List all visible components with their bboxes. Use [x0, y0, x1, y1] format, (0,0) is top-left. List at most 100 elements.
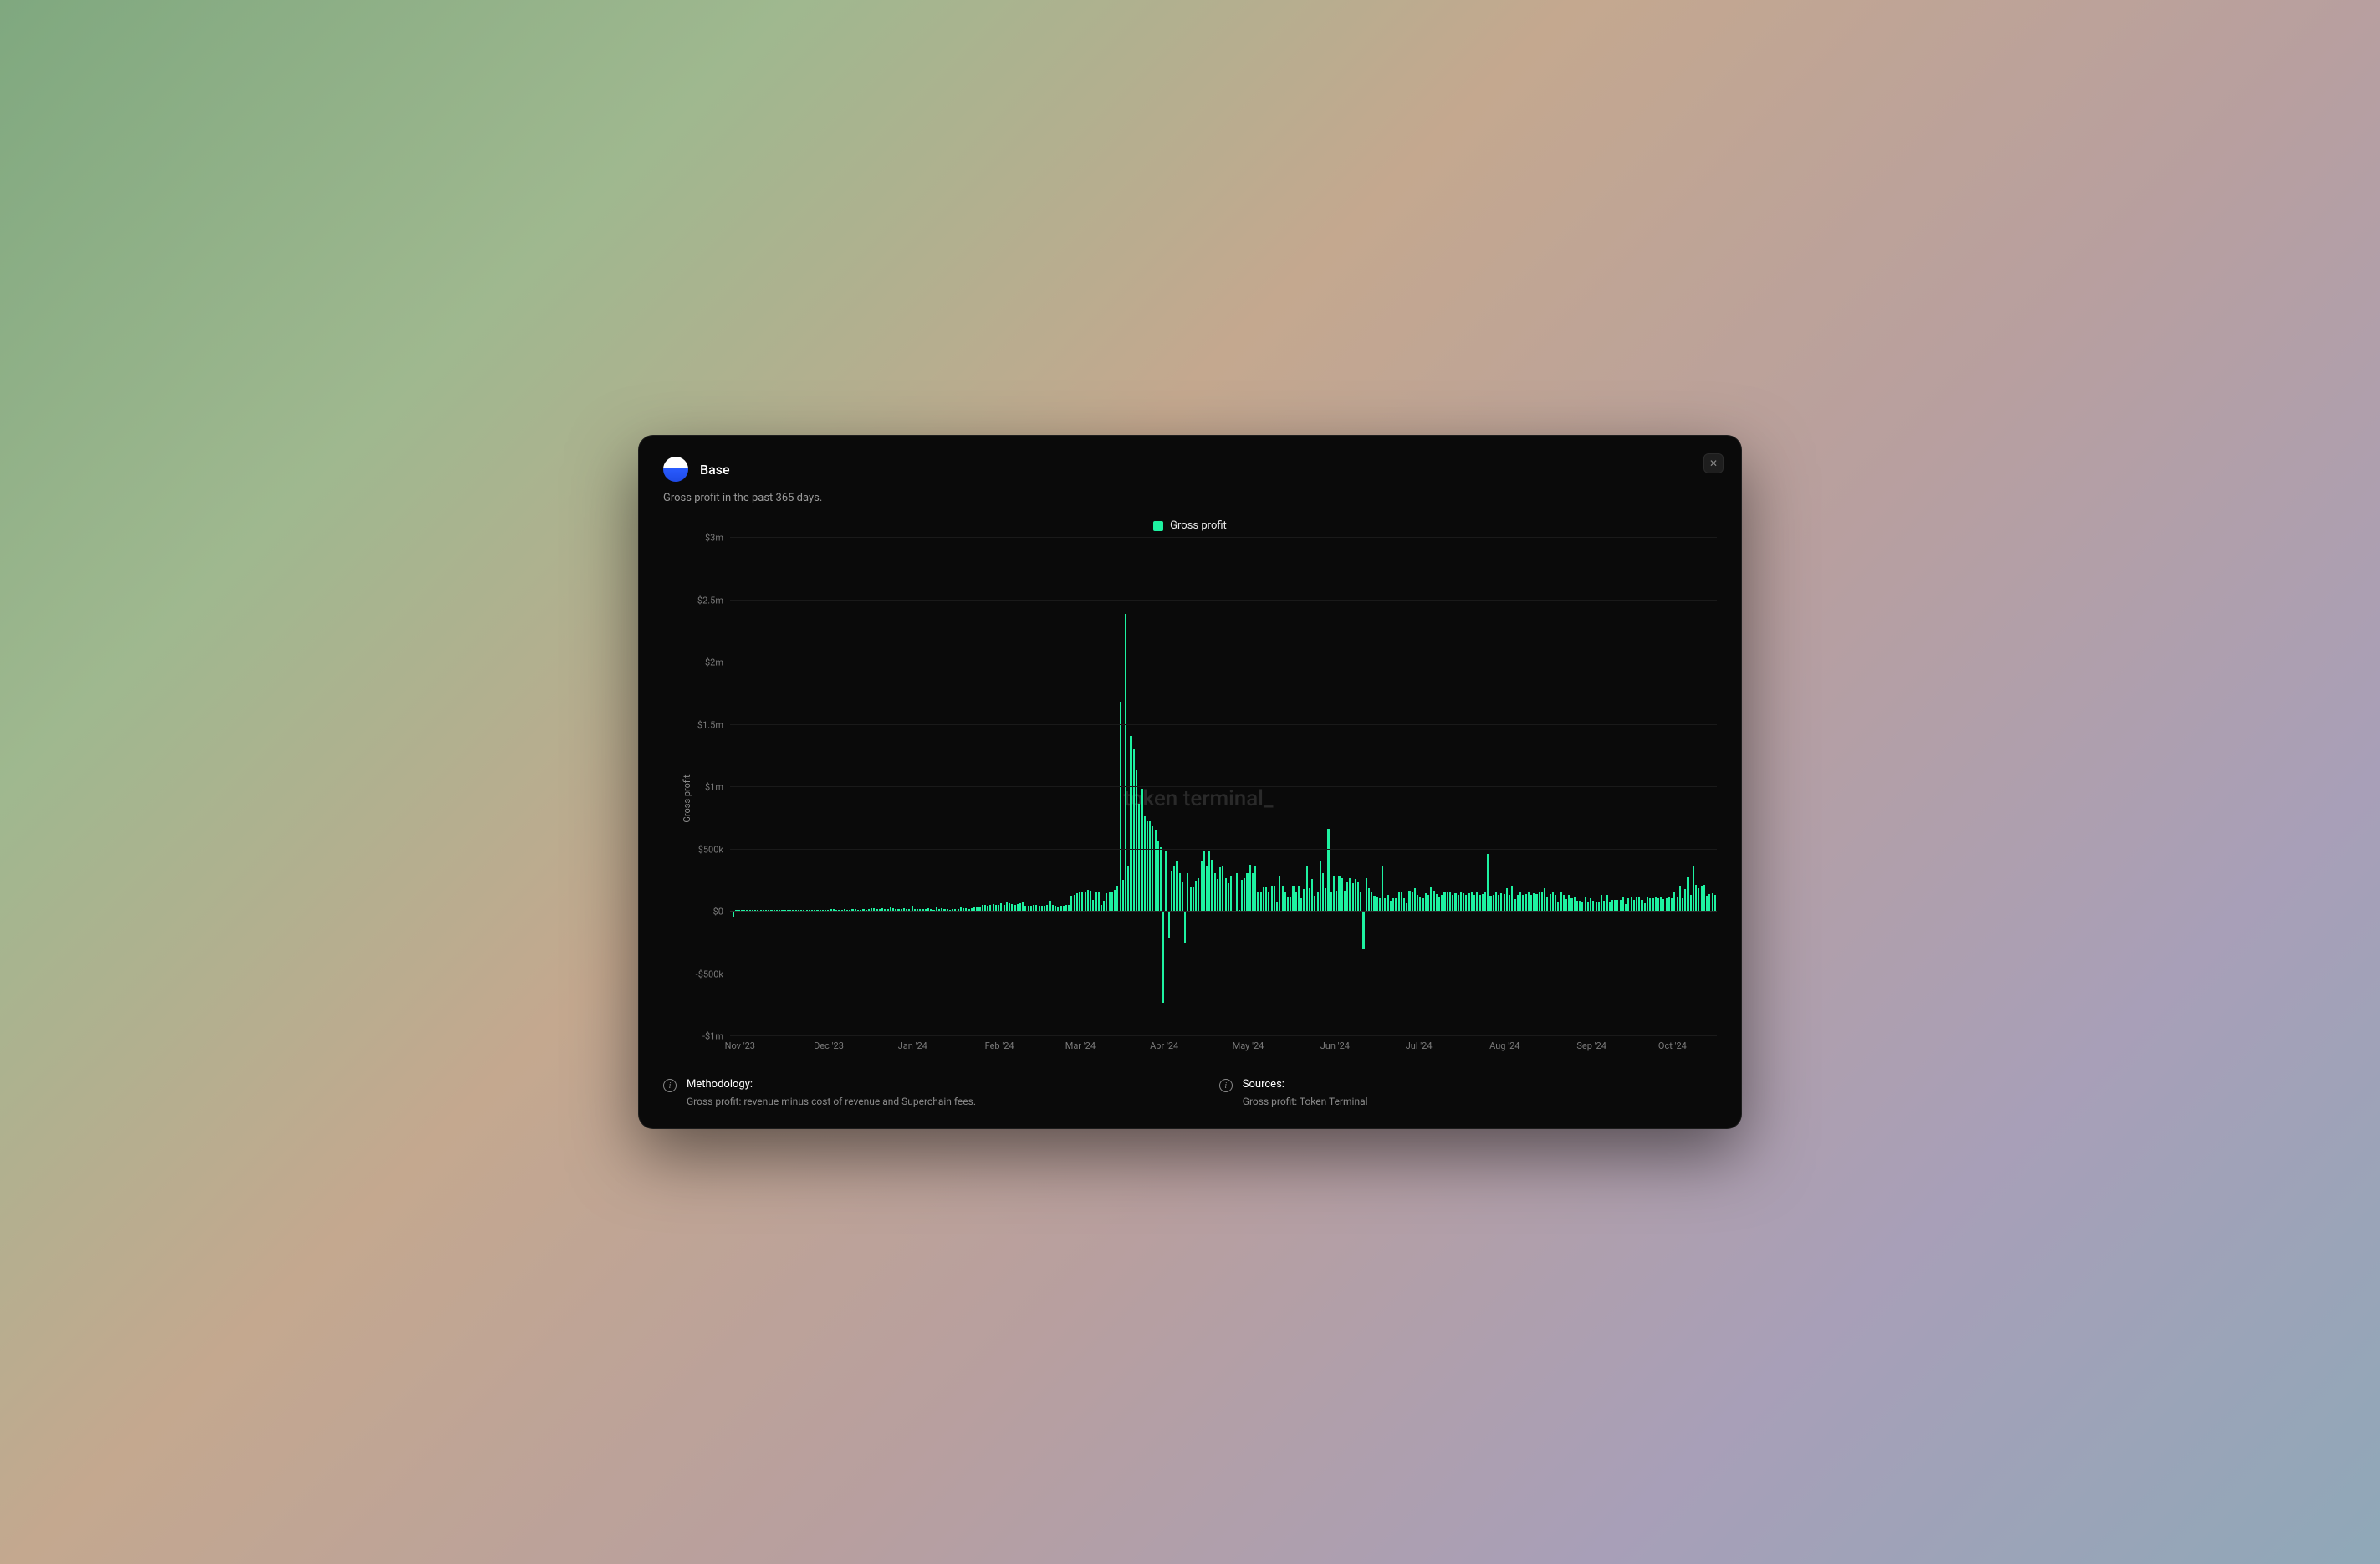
bar[interactable] — [1677, 897, 1678, 911]
bar[interactable] — [1182, 882, 1183, 911]
bar[interactable] — [1482, 894, 1484, 911]
bar[interactable] — [1173, 866, 1175, 911]
bar[interactable] — [1392, 898, 1394, 911]
bar[interactable] — [1695, 885, 1697, 911]
bar[interactable] — [1443, 892, 1445, 911]
bar[interactable] — [1168, 911, 1170, 938]
bar[interactable] — [1471, 892, 1473, 911]
bar[interactable] — [1701, 886, 1703, 911]
bar[interactable] — [1298, 886, 1300, 911]
bar[interactable] — [1149, 821, 1151, 911]
bar[interactable] — [1606, 895, 1607, 911]
bar[interactable] — [1479, 895, 1481, 911]
bar[interactable] — [1579, 901, 1581, 911]
bar[interactable] — [1341, 878, 1343, 911]
bar[interactable] — [1211, 860, 1213, 911]
bar[interactable] — [1095, 892, 1096, 911]
bar[interactable] — [1376, 897, 1378, 911]
bar[interactable] — [1522, 895, 1524, 911]
bar[interactable] — [1525, 894, 1526, 911]
bar[interactable] — [1484, 892, 1486, 911]
bar[interactable] — [1362, 911, 1364, 949]
bar[interactable] — [1511, 886, 1513, 911]
bar[interactable] — [984, 905, 986, 911]
bar[interactable] — [1011, 904, 1013, 911]
bar[interactable] — [1465, 895, 1467, 911]
bar[interactable] — [1447, 892, 1448, 911]
bar[interactable] — [1371, 892, 1372, 911]
bar[interactable] — [1241, 880, 1243, 911]
bar[interactable] — [1201, 861, 1203, 911]
bar[interactable] — [1271, 886, 1273, 911]
bar[interactable] — [1504, 894, 1505, 911]
bar[interactable] — [1333, 876, 1335, 911]
bar[interactable] — [1436, 894, 1438, 911]
bar[interactable] — [1546, 897, 1548, 911]
bar[interactable] — [1160, 847, 1162, 911]
bar[interactable] — [1649, 898, 1651, 911]
bar[interactable] — [1403, 898, 1405, 911]
bar[interactable] — [1550, 894, 1551, 911]
bar[interactable] — [1614, 900, 1616, 911]
bar[interactable] — [1539, 892, 1540, 911]
bar[interactable] — [1327, 829, 1329, 911]
bar[interactable] — [1022, 902, 1024, 911]
bar[interactable] — [1419, 897, 1421, 911]
bar[interactable] — [1563, 895, 1565, 911]
bar[interactable] — [1684, 889, 1686, 911]
bar[interactable] — [1103, 901, 1105, 911]
bar[interactable] — [1468, 893, 1470, 911]
bar[interactable] — [982, 905, 983, 911]
bar[interactable] — [1187, 873, 1188, 911]
bar[interactable] — [1101, 905, 1102, 911]
bar[interactable] — [1408, 891, 1410, 911]
bar[interactable] — [1268, 892, 1269, 911]
bar[interactable] — [1074, 895, 1075, 911]
bar[interactable] — [1352, 883, 1354, 911]
bar[interactable] — [1506, 888, 1508, 911]
bar[interactable] — [1703, 885, 1705, 911]
bar[interactable] — [1217, 879, 1218, 911]
bar[interactable] — [1641, 900, 1642, 911]
bar[interactable] — [1222, 866, 1223, 911]
bar[interactable] — [1552, 892, 1554, 911]
bar[interactable] — [1565, 899, 1567, 911]
bar[interactable] — [1366, 878, 1367, 911]
bar[interactable] — [1627, 898, 1629, 911]
bar[interactable] — [1493, 895, 1494, 911]
bar[interactable] — [1349, 878, 1351, 911]
bar[interactable] — [1706, 896, 1708, 911]
bar[interactable] — [1046, 905, 1048, 911]
bar[interactable] — [1314, 896, 1315, 911]
bar[interactable] — [1693, 866, 1694, 911]
bar[interactable] — [1114, 890, 1116, 911]
bar[interactable] — [1592, 901, 1594, 911]
bar[interactable] — [1433, 891, 1435, 911]
bar[interactable] — [1190, 887, 1192, 911]
bar[interactable] — [1384, 898, 1386, 911]
bar[interactable] — [1647, 897, 1648, 911]
bar[interactable] — [1544, 888, 1545, 911]
bar[interactable] — [1325, 888, 1326, 911]
bar[interactable] — [1430, 887, 1432, 911]
bar[interactable] — [995, 905, 997, 911]
bar[interactable] — [1535, 894, 1537, 911]
bar[interactable] — [1714, 895, 1716, 911]
bar[interactable] — [1662, 899, 1664, 911]
bar[interactable] — [1414, 888, 1416, 911]
bar[interactable] — [1425, 893, 1427, 911]
bar[interactable] — [1460, 892, 1462, 911]
bar[interactable] — [1184, 911, 1186, 943]
bar[interactable] — [1576, 901, 1578, 911]
bar[interactable] — [1679, 886, 1681, 911]
bar[interactable] — [1355, 879, 1356, 911]
bar[interactable] — [1585, 897, 1586, 911]
bar[interactable] — [1344, 891, 1346, 911]
bar[interactable] — [1452, 895, 1453, 911]
bar[interactable] — [1458, 895, 1459, 911]
bar[interactable] — [993, 904, 994, 911]
bar[interactable] — [1603, 901, 1605, 911]
bar[interactable] — [1133, 749, 1135, 911]
bar[interactable] — [1514, 899, 1516, 911]
bar[interactable] — [1274, 886, 1275, 911]
